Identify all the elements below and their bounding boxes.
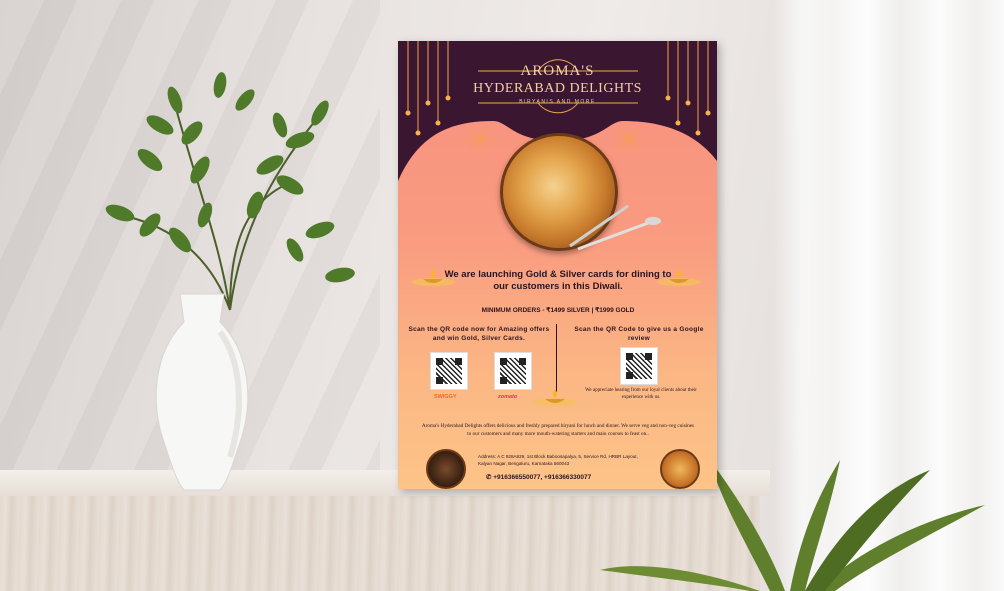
offers-section: Scan the QR code now for Amazing offers … — [404, 325, 554, 343]
swiggy-logo: SWIGGY — [434, 394, 457, 400]
review-section: Scan the QR Code to give us a Google rev… — [566, 325, 712, 343]
launch-headline: We are launching Gold & Silver cards for… — [444, 269, 672, 292]
address: Address: A C 928A929, 1st Block Baboosap… — [478, 454, 638, 466]
review-note: We appreciate hearing from our loyal cli… — [585, 388, 697, 400]
brand-tagline: BIRYANIS AND MORE — [519, 99, 596, 105]
review-scan-text: Scan the QR Code to give us a Google rev… — [574, 326, 704, 342]
google-review-qr-code[interactable] — [620, 347, 658, 385]
phone-text: +916366550077, +916366330077 — [493, 474, 592, 481]
biryani-plate-thumbnail — [660, 449, 700, 489]
phone-numbers: ✆ +916366550077, +916366330077 — [486, 473, 636, 481]
room-scene: AROMA'S HYDERABAD DELIGHTS BIRYANIS AND … — [0, 0, 1004, 591]
section-divider — [556, 324, 557, 392]
diya-lamp-center-icon — [533, 389, 577, 406]
minimum-orders: MINIMUM ORDERS - ₹1499 SILVER | ₹1999 GO… — [481, 307, 635, 314]
swiggy-qr-code[interactable] — [430, 352, 468, 390]
about-text: Aroma's Hyderabad Delights offers delici… — [421, 423, 695, 437]
zomato-qr-code[interactable] — [494, 352, 532, 390]
phone-icon: ✆ — [486, 474, 492, 481]
chicken-dish-thumbnail — [426, 449, 466, 489]
white-vase-image — [155, 293, 249, 491]
fork-spoon-icon — [569, 204, 661, 251]
brand-name-line1: AROMA'S — [520, 63, 595, 79]
plant-left-image — [105, 72, 355, 311]
zomato-logo: zomato — [498, 394, 518, 400]
offers-scan-text: Scan the QR code now for Amazing offers … — [408, 326, 550, 342]
restaurant-brand: AROMA'S HYDERABAD DELIGHTS BIRYANIS AND … — [398, 63, 717, 105]
brand-name-line2: HYDERABAD DELIGHTS — [473, 81, 642, 96]
diwali-promo-poster: AROMA'S HYDERABAD DELIGHTS BIRYANIS AND … — [398, 41, 717, 489]
